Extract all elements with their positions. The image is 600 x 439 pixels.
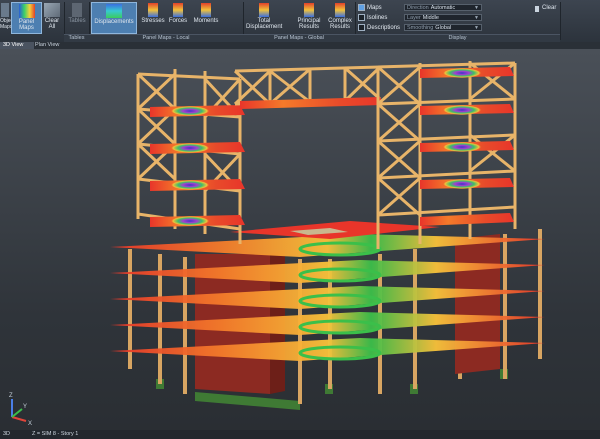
- principal-results-icon: [304, 3, 314, 17]
- descriptions-checkbox[interactable]: Descriptions: [358, 24, 400, 31]
- complex-results-button[interactable]: Complex Results: [325, 2, 355, 32]
- descriptions-check-icon: [358, 24, 365, 31]
- isolines-checkbox[interactable]: Isolines: [358, 14, 387, 21]
- tab-plan-view[interactable]: Plan View: [32, 42, 68, 49]
- status-bar: 3D Z = SIM 8 - Story 1: [0, 430, 600, 439]
- panel-maps-icon: [18, 4, 35, 18]
- right-tower-slabs: [420, 67, 514, 226]
- object-maps-icon: [1, 3, 9, 17]
- ribbon-separator: [560, 2, 561, 40]
- tab-3d-view[interactable]: 3D View: [0, 42, 34, 49]
- isolines-check-icon: [358, 14, 365, 21]
- direction-dropdown[interactable]: Direction Automatic ▼: [404, 4, 482, 11]
- left-tower-slabs: [150, 105, 245, 227]
- chevron-down-icon: ▼: [474, 15, 479, 21]
- maps-check-icon: [358, 4, 365, 11]
- 3d-viewport[interactable]: Z X Y: [0, 49, 600, 430]
- forces-button[interactable]: Forces: [167, 2, 189, 32]
- bridge-slab: [240, 97, 384, 109]
- ribbon-toolbar: Object Maps Panel Maps Clear All Tables …: [0, 0, 600, 43]
- panel-maps-button[interactable]: Panel Maps: [11, 2, 42, 34]
- axis-y-label: Y: [23, 404, 27, 410]
- object-maps-button[interactable]: Object Maps: [0, 2, 14, 32]
- stresses-button[interactable]: Stresses: [140, 2, 166, 32]
- total-displacement-icon: [259, 3, 269, 17]
- moments-button[interactable]: Moments: [193, 2, 219, 32]
- displacements-icon: [106, 4, 122, 18]
- complex-results-icon: [335, 3, 345, 17]
- axis-triad: Z X Y: [9, 393, 32, 427]
- clear-button[interactable]: Clear: [542, 5, 556, 11]
- chevron-down-icon: ▼: [474, 25, 479, 31]
- stresses-icon: [148, 3, 158, 17]
- forces-icon: [173, 3, 183, 17]
- table-icon: [72, 3, 82, 17]
- smoothing-dropdown[interactable]: Smoothing Global ▼: [404, 24, 482, 31]
- axis-x-label: X: [28, 421, 32, 427]
- story-status[interactable]: Z = SIM 8 - Story 1: [32, 430, 78, 439]
- moments-icon: [201, 3, 211, 17]
- axis-z-label: Z: [9, 393, 13, 399]
- structure-model: Z X Y: [9, 61, 545, 427]
- clear-icon: [535, 6, 539, 12]
- layer-dropdown[interactable]: Layer Middle ▼: [404, 14, 482, 21]
- displacements-button[interactable]: Displacements: [91, 2, 137, 34]
- maps-checkbox[interactable]: Maps: [358, 4, 382, 11]
- chevron-down-icon: ▼: [474, 5, 479, 11]
- total-displacement-button[interactable]: Total Displacement: [246, 2, 282, 32]
- tables-small-button[interactable]: Tables: [66, 2, 88, 32]
- view-tabs: 3D View Plan View: [0, 42, 600, 49]
- principal-results-button[interactable]: Principal Results: [293, 2, 325, 32]
- clear-all-button[interactable]: Clear All: [41, 2, 63, 32]
- clear-all-icon: [44, 3, 60, 17]
- view-mode-status: 3D: [3, 431, 11, 437]
